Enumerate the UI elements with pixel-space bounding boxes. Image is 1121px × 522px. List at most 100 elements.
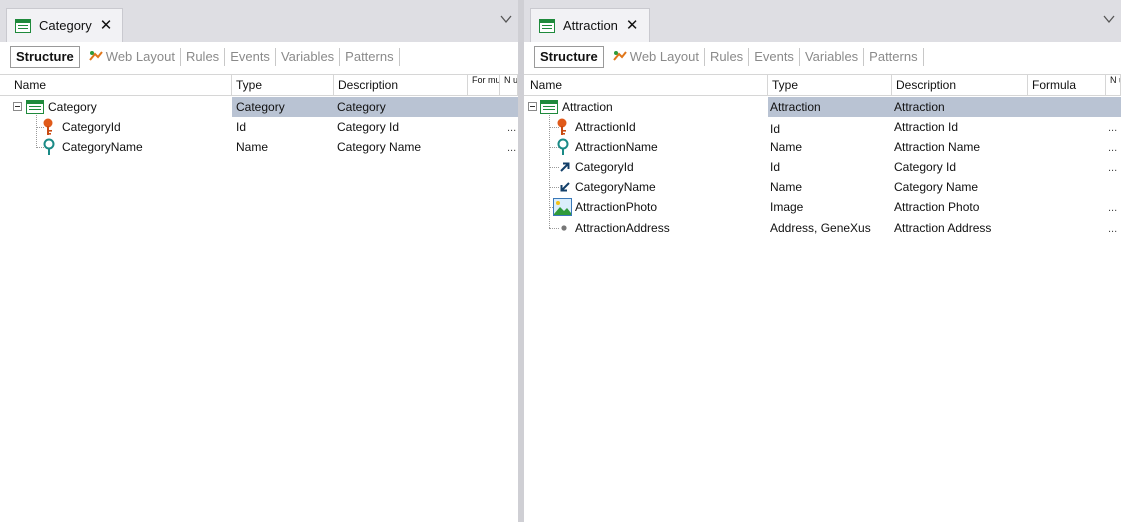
close-icon[interactable]: ✕ <box>100 18 113 33</box>
editor-subtabs: Structure Web Layout Rules Events Variab… <box>10 45 400 69</box>
row-description: Category Name <box>337 140 422 154</box>
row-more-button[interactable]: ... <box>507 137 516 157</box>
row-description: Attraction Address <box>894 221 992 235</box>
column-header-description[interactable]: Description <box>334 75 468 96</box>
row-type: Name <box>770 180 803 194</box>
row-name: CategoryName <box>575 180 656 194</box>
row-name: CategoryId <box>62 120 121 134</box>
subtab-variables[interactable]: Variables <box>800 48 865 66</box>
column-header-type[interactable]: Type <box>768 75 892 96</box>
row-description: Category Id <box>894 160 957 174</box>
subtab-label: Web Layout <box>105 49 175 64</box>
subtab-web-layout[interactable]: Web Layout <box>84 48 181 66</box>
row-name: Attraction <box>562 100 613 114</box>
tab-attraction[interactable]: Attraction ✕ <box>530 8 650 42</box>
subtab-web-layout[interactable]: Web Layout <box>608 48 705 66</box>
row-type: Name <box>236 140 269 154</box>
table-row[interactable]: CategoryId Id Category Id ... <box>0 117 518 137</box>
row-type: Id <box>770 122 781 136</box>
column-header-formula[interactable]: Formula <box>1028 75 1106 96</box>
row-more-button[interactable]: ... <box>1108 117 1117 137</box>
row-description: Attraction Id <box>894 120 959 134</box>
document-tab-strip: Category ✕ <box>0 0 518 42</box>
row-description: Attraction Name <box>894 140 981 154</box>
row-more-button[interactable]: ... <box>507 117 516 137</box>
attribute-dot-icon <box>561 225 567 231</box>
table-row[interactable]: AttractionName Name Attraction Name ... <box>524 137 1121 157</box>
row-name: AttractionPhoto <box>575 200 658 214</box>
row-type: Attraction <box>770 100 821 114</box>
tab-title: Category <box>39 18 92 33</box>
category-transaction-pane: Category ✕ Structure Web Layout Rules Ev… <box>0 0 518 522</box>
subtab-patterns[interactable]: Patterns <box>340 48 400 66</box>
description-attribute-icon <box>43 138 55 155</box>
table-row[interactable]: CategoryName Name Category Name <box>524 177 1121 197</box>
structure-grid-header: Name Type Description Formula N u <box>524 74 1121 96</box>
row-type: Image <box>770 200 804 214</box>
tab-category[interactable]: Category ✕ <box>6 8 124 42</box>
column-header-nullable[interactable]: N u <box>500 75 518 96</box>
row-description: Category Name <box>894 180 979 194</box>
chevron-down-icon[interactable] <box>500 13 512 25</box>
column-header-nullable[interactable]: N u <box>1106 75 1121 96</box>
table-row[interactable]: AttractionId Id Attraction Id ... <box>524 117 1121 137</box>
collapse-toggle[interactable] <box>13 102 22 111</box>
description-attribute-icon <box>557 138 569 155</box>
column-header-description[interactable]: Description <box>892 75 1028 96</box>
attraction-transaction-pane: Attraction ✕ Structure Web Layout Rules … <box>524 0 1121 522</box>
subtab-variables[interactable]: Variables <box>276 48 341 66</box>
row-name: CategoryId <box>575 160 634 174</box>
row-description: Category <box>337 100 386 114</box>
row-more-button[interactable]: ... <box>1108 157 1117 177</box>
subtab-label: Web Layout <box>629 49 699 64</box>
row-name: AttractionId <box>575 120 636 134</box>
transaction-icon <box>26 100 44 114</box>
row-name: CategoryName <box>62 140 143 154</box>
table-row[interactable]: CategoryName Name Category Name ... <box>0 137 518 157</box>
row-name: AttractionName <box>575 140 658 154</box>
chevron-down-icon[interactable] <box>1103 13 1115 25</box>
image-attribute-icon <box>553 198 572 216</box>
row-name: Category <box>48 100 97 114</box>
row-type: Name <box>770 140 803 154</box>
table-row[interactable]: CategoryId Id Category Id ... <box>524 157 1121 177</box>
subtab-events[interactable]: Events <box>225 48 276 66</box>
row-description: Attraction Photo <box>894 200 980 214</box>
subtab-events[interactable]: Events <box>749 48 800 66</box>
subtab-structure[interactable]: Structure <box>10 46 80 68</box>
transaction-icon <box>15 18 31 33</box>
table-row[interactable]: AttractionAddress Address, GeneXus Attra… <box>524 218 1121 238</box>
column-header-name[interactable]: Name <box>526 75 768 96</box>
column-header-formula[interactable]: For mula <box>468 75 500 96</box>
row-type: Address, GeneXus <box>770 221 871 235</box>
web-layout-icon <box>89 51 103 61</box>
column-header-name[interactable]: Name <box>10 75 232 96</box>
row-more-button[interactable]: ... <box>1108 137 1117 157</box>
row-description: Category Id <box>337 120 400 134</box>
row-more-button[interactable]: ... <box>1108 197 1117 217</box>
row-type: Category <box>236 100 285 114</box>
subtab-patterns[interactable]: Patterns <box>864 48 924 66</box>
transaction-icon <box>540 100 558 114</box>
collapse-toggle[interactable] <box>528 102 537 111</box>
editor-subtabs: Structure Web Layout Rules Events Variab… <box>534 45 924 69</box>
column-header-type[interactable]: Type <box>232 75 334 96</box>
transaction-icon <box>539 18 555 33</box>
tab-title: Attraction <box>563 18 618 33</box>
table-row[interactable]: Category Category Category <box>0 97 518 117</box>
row-type: Id <box>770 160 781 174</box>
row-name: AttractionAddress <box>575 221 670 235</box>
table-row[interactable]: Attraction Attraction Attraction <box>524 97 1121 117</box>
primary-key-icon <box>557 118 567 135</box>
subtab-rules[interactable]: Rules <box>705 48 750 66</box>
close-icon[interactable]: ✕ <box>626 18 639 33</box>
structure-grid-header: Name Type Description For mula N u <box>0 74 518 96</box>
table-row[interactable]: AttractionPhoto Image Attraction Photo .… <box>524 197 1121 217</box>
foreign-key-icon <box>560 162 570 172</box>
subtab-rules[interactable]: Rules <box>181 48 226 66</box>
row-description: Attraction <box>894 100 945 114</box>
inferred-attribute-icon <box>560 182 570 192</box>
document-tab-strip: Attraction ✕ <box>524 0 1121 42</box>
subtab-structure[interactable]: Structure <box>534 46 604 68</box>
row-more-button[interactable]: ... <box>1108 218 1117 238</box>
